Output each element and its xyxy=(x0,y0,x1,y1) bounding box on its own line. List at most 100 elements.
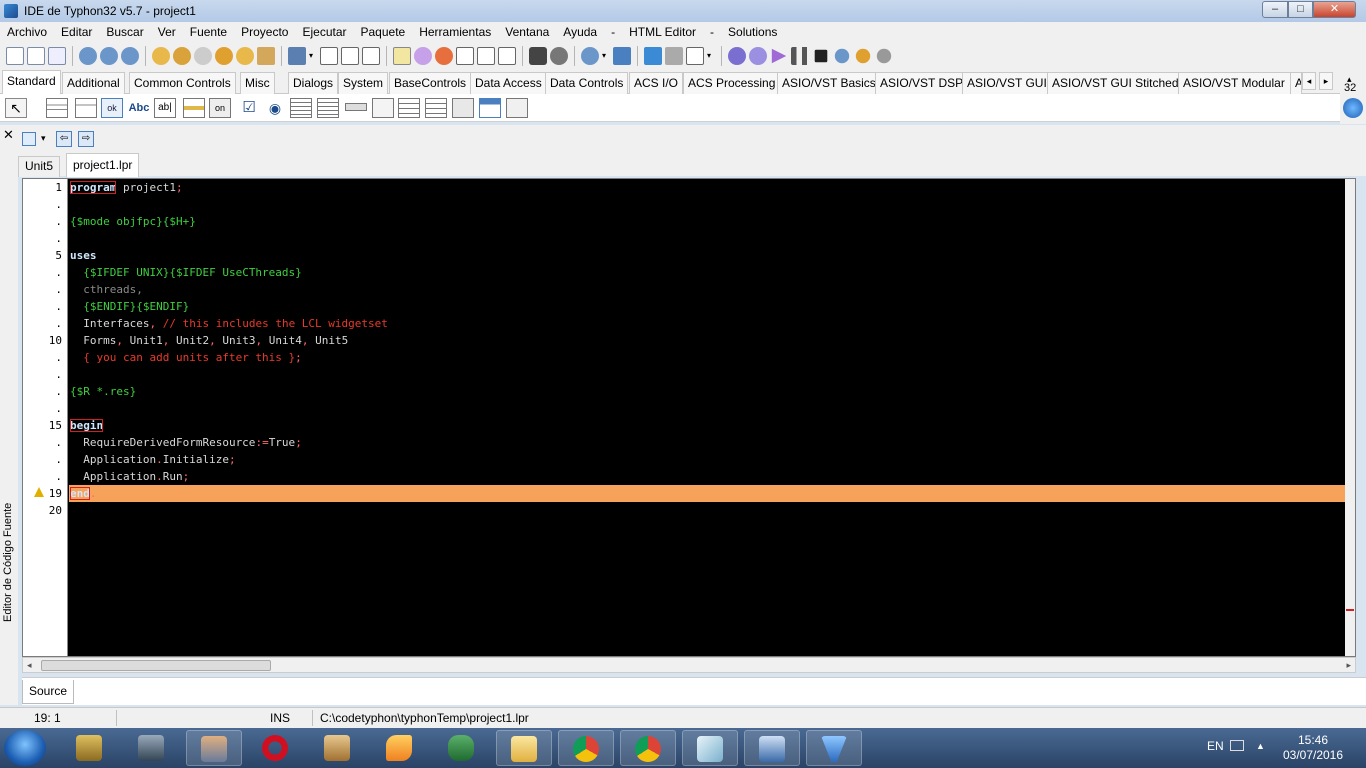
palette-scroll-right-button[interactable]: ▸ xyxy=(1319,72,1333,90)
panel-icon[interactable] xyxy=(452,98,474,118)
code-line[interactable]: begin xyxy=(69,417,1345,434)
build-mode-icon[interactable] xyxy=(581,47,599,65)
build-icon[interactable] xyxy=(728,47,746,65)
palette-tab-dialogs[interactable]: Dialogs xyxy=(288,72,339,94)
step-into-icon[interactable] xyxy=(834,48,850,64)
build-all-icon[interactable] xyxy=(749,47,767,65)
scroll-left-icon[interactable]: ◂ xyxy=(27,658,32,672)
open-recent-icon[interactable] xyxy=(100,47,118,65)
palette-tab-asio-vst-dsp[interactable]: ASIO/VST DSP xyxy=(875,72,969,94)
code-line[interactable]: {$mode objfpc}{$H+} xyxy=(69,213,1345,230)
open-icon[interactable] xyxy=(79,47,97,65)
step-out-icon[interactable] xyxy=(876,48,892,64)
frame-icon[interactable] xyxy=(479,98,501,118)
inspector-icon[interactable] xyxy=(435,47,453,65)
minimize-button[interactable]: – xyxy=(1262,1,1288,18)
run-icon[interactable] xyxy=(771,48,787,64)
groupbox-icon[interactable] xyxy=(372,98,394,118)
window-icon[interactable] xyxy=(477,47,495,65)
taskbar-app[interactable] xyxy=(744,730,800,766)
taskbar-app[interactable] xyxy=(124,730,180,766)
maximize-button[interactable]: □ xyxy=(1288,1,1313,18)
system-clock[interactable]: 15:46 03/07/2016 xyxy=(1278,733,1348,763)
button-icon[interactable]: ok xyxy=(101,98,123,118)
save-icon[interactable] xyxy=(320,47,338,65)
toggle-form-unit-icon[interactable] xyxy=(414,47,432,65)
view-units-icon[interactable] xyxy=(288,47,306,65)
compile-icon[interactable] xyxy=(644,47,662,65)
package-install-icon[interactable] xyxy=(215,47,233,65)
copy-icon[interactable] xyxy=(456,47,474,65)
code-line[interactable]: cthreads, xyxy=(69,281,1345,298)
memo-icon[interactable] xyxy=(183,98,205,118)
code-line[interactable]: uses xyxy=(69,247,1345,264)
code-line[interactable] xyxy=(69,366,1345,383)
pause-icon[interactable] xyxy=(791,47,809,65)
checkgroup-icon[interactable] xyxy=(425,98,447,118)
toggle-box-icon[interactable]: on xyxy=(209,98,231,118)
find-icon[interactable] xyxy=(121,47,139,65)
taskbar-app-typhon[interactable] xyxy=(186,730,242,766)
view-forms-icon[interactable] xyxy=(393,47,411,65)
code-line[interactable] xyxy=(69,400,1345,417)
scissors-icon[interactable] xyxy=(665,47,683,65)
code-line[interactable]: program project1; xyxy=(69,179,1345,196)
code-line[interactable] xyxy=(69,230,1345,247)
stop-icon[interactable] xyxy=(814,49,828,63)
edit-icon[interactable]: ab| xyxy=(154,98,176,118)
source-editor[interactable]: 1 . . . 5 . . . . 10 . . . . 15 . . . 19… xyxy=(22,178,1356,657)
package-add-icon[interactable] xyxy=(236,47,254,65)
menu-ayuda[interactable]: Ayuda xyxy=(556,25,604,39)
taskbar-app[interactable] xyxy=(496,730,552,766)
package-settings-icon[interactable] xyxy=(194,47,212,65)
palette-scroll-left-button[interactable]: ◂ xyxy=(1302,72,1316,90)
code-line[interactable]: {$R *.res} xyxy=(69,383,1345,400)
windows-start-icon[interactable] xyxy=(4,730,46,766)
new-unit-icon[interactable] xyxy=(6,47,24,65)
main-menu-icon[interactable] xyxy=(46,98,68,118)
menu-paquete[interactable]: Paquete xyxy=(354,25,413,39)
code-line[interactable]: Application.Initialize; xyxy=(69,451,1345,468)
palette-tab-standard[interactable]: Standard xyxy=(2,70,61,94)
options-icon[interactable] xyxy=(686,47,704,65)
code-line[interactable]: {$ENDIF}{$ENDIF} xyxy=(69,298,1345,315)
scroll-right-icon[interactable]: ▸ xyxy=(1346,658,1351,672)
taskbar-app[interactable] xyxy=(248,730,304,766)
new-form-icon[interactable] xyxy=(27,47,45,65)
binoculars-icon[interactable] xyxy=(529,47,547,65)
scrollbar-icon[interactable] xyxy=(345,103,367,111)
taskbar-app[interactable] xyxy=(434,730,490,766)
palette-tab-common-controls[interactable]: Common Controls xyxy=(129,72,236,94)
package-list-icon[interactable] xyxy=(257,47,275,65)
palette-tab-asio-vst-basics[interactable]: ASIO/VST Basics xyxy=(777,72,881,94)
code-line-current[interactable]: end. xyxy=(69,485,1345,502)
package-open-icon[interactable] xyxy=(173,47,191,65)
taskbar-app[interactable] xyxy=(682,730,738,766)
menu-editar[interactable]: Editar xyxy=(54,25,99,39)
code-line[interactable] xyxy=(69,196,1345,213)
menu-ejecutar[interactable]: Ejecutar xyxy=(295,25,353,39)
menu-solutions[interactable]: Solutions xyxy=(721,25,784,39)
code-line[interactable]: RequireDerivedFormResource:=True; xyxy=(69,434,1345,451)
step-over-icon[interactable] xyxy=(855,48,871,64)
language-indicator[interactable]: EN xyxy=(1207,739,1224,753)
show-hidden-icons-icon[interactable]: ▲ xyxy=(1256,741,1265,751)
dropdown-arrow-icon[interactable]: ▾ xyxy=(41,133,46,144)
combobox-icon[interactable] xyxy=(317,98,339,118)
menu-proyecto[interactable]: Proyecto xyxy=(234,25,295,39)
checkbox-icon[interactable]: ☑ xyxy=(238,98,260,118)
taskbar-app[interactable] xyxy=(62,730,118,766)
radio-button-icon[interactable]: ◉ xyxy=(264,98,286,118)
taskbar-app[interactable] xyxy=(372,730,428,766)
palette-tab-asio-vst-modular[interactable]: ASIO/VST Modular xyxy=(1178,72,1291,94)
code-line[interactable]: Forms, Unit1, Unit2, Unit3, Unit4, Unit5 xyxy=(69,332,1345,349)
palette-tab-acs-processing[interactable]: ACS Processing xyxy=(683,72,781,94)
tools-icon[interactable] xyxy=(550,47,568,65)
palette-tab-basecontrols[interactable]: BaseControls xyxy=(389,72,472,94)
keyboard-icon[interactable] xyxy=(1230,740,1244,751)
palette-tab-more[interactable]: A xyxy=(1290,72,1302,94)
jump-back-icon[interactable]: ⇦ xyxy=(56,131,72,147)
listbox-icon[interactable] xyxy=(290,98,312,118)
editor-vertical-scrollbar[interactable] xyxy=(1345,179,1355,656)
doc-tab-project1[interactable]: project1.lpr xyxy=(66,153,140,177)
